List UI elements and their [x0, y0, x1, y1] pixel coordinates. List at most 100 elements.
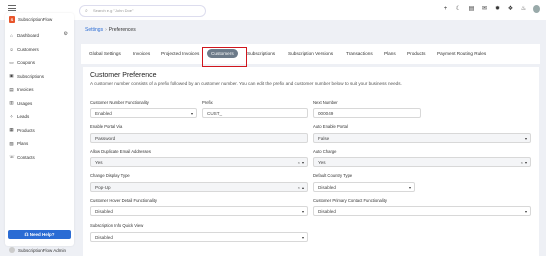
user-avatar: [9, 247, 15, 253]
chevron-down-icon: ▾: [524, 160, 527, 165]
cnf-value: Enabled: [95, 111, 112, 116]
sidebar-item-leads[interactable]: ✧ Leads: [9, 110, 72, 124]
sidebar-item-label: Plans: [17, 141, 29, 147]
hover-detail-select[interactable]: Disabled ▾: [90, 206, 308, 216]
display-type-select[interactable]: Pop-Up × ▴: [90, 182, 308, 192]
chevron-down-icon: ▾: [524, 136, 527, 141]
tab-subscription-versions[interactable]: Subscription Versions: [288, 49, 333, 58]
chevron-down-icon: ▾: [408, 185, 411, 190]
customer-number-functionality-select[interactable]: Enabled ▾: [90, 108, 197, 118]
customer-preference-panel: Customer Preference A customer number co…: [83, 67, 539, 256]
notes-icon[interactable]: ▤: [468, 5, 475, 13]
sidebar-item-label: Leads: [17, 114, 30, 120]
next-number-label: Next Number: [313, 100, 338, 105]
auto-portal-label: Auto Enable Portal: [313, 124, 348, 129]
user-menu[interactable]: SubscriptionFlow Admin: [9, 247, 66, 253]
country-value: Disabled: [318, 185, 336, 190]
quick-value: Disabled: [95, 235, 113, 240]
primary-contact-label: Customer Primary Contact Functionality: [313, 198, 388, 203]
portal-value: Password: [95, 136, 116, 141]
top-icons: + ☾ ▤ ✉ ✹ ❖ ♨: [442, 5, 540, 13]
tab-subscriptions[interactable]: Subscriptions: [247, 49, 275, 58]
portal-label: Enable Portal Via: [90, 124, 123, 129]
home-icon: ⌂: [10, 33, 13, 39]
primary-contact-select[interactable]: Disabled ▾: [313, 206, 531, 216]
sidebar-item-usages[interactable]: ▥ Usages: [9, 97, 72, 111]
sidebar-item-products[interactable]: ▦ Products: [9, 124, 72, 138]
breadcrumb: Settings › Preferences: [85, 27, 136, 33]
logo-icon: S: [9, 16, 15, 23]
sidebar-item-customers[interactable]: ☺ Customers: [9, 43, 72, 57]
breadcrumb-settings[interactable]: Settings: [85, 27, 103, 33]
tab-global-settings[interactable]: Global Settings: [89, 49, 121, 58]
bell-icon[interactable]: ♨: [520, 5, 527, 13]
usage-icon: ▥: [9, 100, 14, 106]
brand-name: SubscriptionFlow: [18, 17, 53, 22]
chevron-down-icon: ▾: [301, 235, 304, 240]
chevron-right-icon: ›: [105, 27, 107, 33]
hover-detail-label: Customer Hover Detail Functionality: [90, 198, 158, 203]
auto-charge-select[interactable]: Yes × ▾: [313, 157, 531, 167]
tab-payment-routing-rules[interactable]: Payment Routing Rules: [437, 49, 486, 58]
sidebar-item-label: Customers: [17, 46, 39, 52]
auto-charge-value: Yes: [318, 160, 326, 165]
highlight-box: [202, 47, 247, 67]
avatar[interactable]: [533, 5, 540, 13]
enable-portal-select[interactable]: Password: [90, 133, 308, 143]
sidebar-item-dashboard[interactable]: ⌂ Dashboard: [9, 29, 72, 43]
sidebar-item-label: Dashboard: [17, 33, 40, 39]
top-bar: ⌕ Search e.g "John Doe" + ☾ ▤ ✉ ✹ ❖ ♨: [0, 0, 546, 20]
need-help-button[interactable]: ☊ Need Help?: [8, 230, 71, 239]
user-name: SubscriptionFlow Admin: [18, 247, 67, 253]
next-number-input[interactable]: 000049: [313, 108, 421, 118]
menu-icon[interactable]: [8, 5, 16, 11]
tab-projected-invoices[interactable]: Projected Invoices: [161, 49, 199, 58]
chevron-down-icon: ▴: [301, 185, 304, 190]
clear-icon[interactable]: ×: [521, 160, 523, 165]
sidebar-item-label: Coupons: [17, 60, 36, 66]
duplicate-email-select[interactable]: Yes × ▾: [90, 157, 308, 167]
mail-icon[interactable]: ✉: [481, 5, 488, 13]
moon-icon[interactable]: ☾: [455, 5, 462, 13]
search-placeholder: Search e.g "John Doe": [93, 8, 134, 13]
display-type-label: Change Display Type: [90, 173, 130, 178]
panel-title: Customer Preference: [90, 72, 157, 79]
prefix-value: CUST_: [207, 111, 223, 116]
tab-plans[interactable]: Plans: [384, 49, 396, 58]
chevron-down-icon: ▾: [301, 209, 304, 214]
users-icon: ☺: [9, 46, 14, 52]
quick-view-select[interactable]: Disabled ▾: [90, 232, 308, 242]
brand-logo[interactable]: S SubscriptionFlow: [9, 16, 52, 23]
tab-bar: Global Settings Invoices Projected Invoi…: [81, 44, 540, 64]
sidebar-item-plans[interactable]: ▧ Plans: [9, 137, 72, 151]
clear-icon[interactable]: ×: [298, 160, 300, 165]
apps-icon[interactable]: ❖: [507, 5, 514, 13]
prefix-label: Prefix: [202, 100, 213, 105]
invoice-icon: ▤: [9, 86, 14, 92]
contacts-icon: ☏: [9, 154, 15, 160]
plans-icon: ▧: [9, 140, 14, 146]
country-type-select[interactable]: Disabled ▾: [313, 182, 415, 192]
quick-view-label: Subscription Info Quick View: [90, 223, 144, 228]
need-help-label: Need Help?: [29, 232, 55, 237]
duplicate-email-label: Allow Duplicate Email Addresses: [90, 149, 151, 154]
auto-enable-portal-select[interactable]: False ▾: [313, 133, 531, 143]
sidebar-item-coupons[interactable]: ▭ Coupons: [9, 56, 72, 70]
sidebar-item-contacts[interactable]: ☏ Contacts: [9, 151, 72, 165]
tab-products[interactable]: Products: [407, 49, 426, 58]
tab-invoices[interactable]: Invoices: [133, 49, 150, 58]
dup-value: Yes: [95, 160, 103, 165]
search-input[interactable]: ⌕ Search e.g "John Doe": [79, 5, 206, 17]
sidebar-item-invoices[interactable]: ▤ Invoices: [9, 83, 72, 97]
add-icon[interactable]: +: [442, 5, 449, 13]
sidebar-item-label: Invoices: [17, 87, 34, 93]
sidebar: S SubscriptionFlow ⚙ ⌂ Dashboard ☺ Custome…: [5, 13, 74, 253]
chevron-down-icon: ▾: [190, 111, 193, 116]
prefix-input[interactable]: CUST_: [202, 108, 308, 118]
sidebar-item-subscriptions[interactable]: ▣ Subscriptions: [9, 70, 72, 84]
settings-icon[interactable]: ✹: [494, 5, 501, 13]
clear-icon[interactable]: ×: [298, 185, 300, 190]
sidebar-item-label: Subscriptions: [17, 73, 45, 79]
sidebar-item-label: Products: [17, 127, 35, 133]
tab-transactions[interactable]: Transactions: [346, 49, 373, 58]
